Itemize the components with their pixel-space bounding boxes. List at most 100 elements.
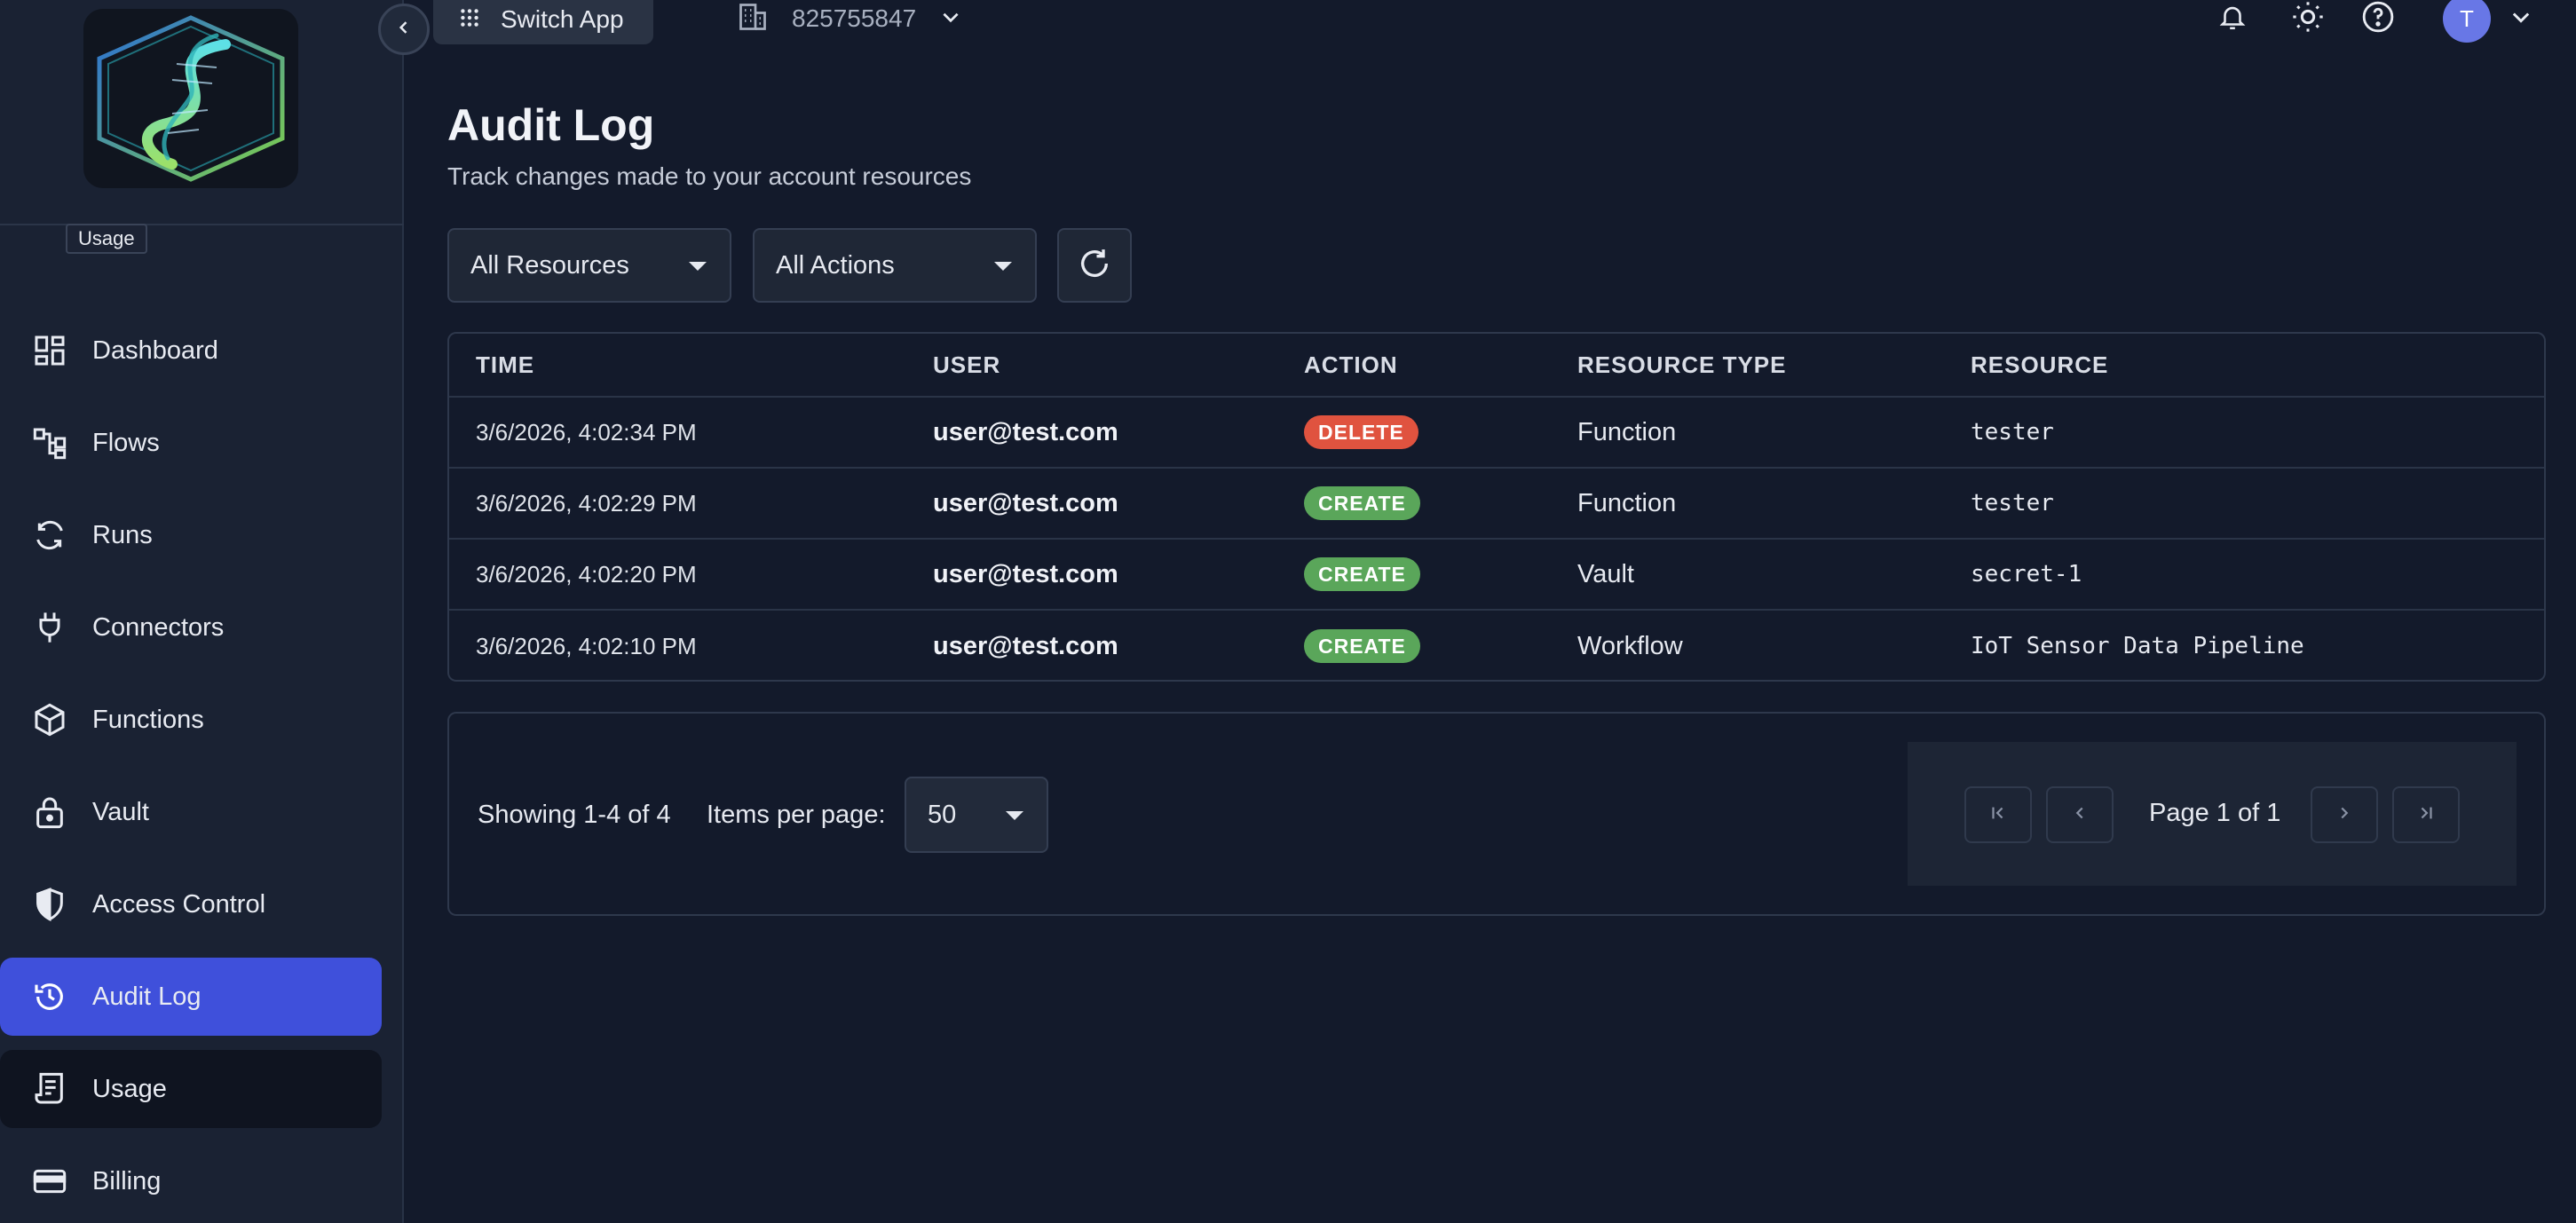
help-button[interactable]: [2361, 0, 2395, 37]
cell-resource: tester: [1971, 419, 2054, 446]
chevron-left-icon: [2070, 803, 2090, 827]
cell-action: CREATE: [1304, 469, 1420, 538]
page-title: Audit Log: [447, 100, 655, 150]
column-header-resource[interactable]: RESOURCE: [1971, 334, 2108, 396]
sidebar-item-label: Billing: [92, 1166, 162, 1195]
sidebar-item-label: Access Control: [92, 889, 266, 919]
previous-page-button[interactable]: [2046, 786, 2114, 843]
chevron-down-icon: [2509, 4, 2533, 34]
sidebar-item-billing[interactable]: Billing: [0, 1142, 382, 1220]
resource-filter-value: All Resources: [470, 250, 629, 280]
usage-tooltip: Usage: [66, 224, 147, 254]
cube-icon: [30, 700, 69, 739]
chevron-left-icon: [395, 19, 413, 41]
next-page-button[interactable]: [2311, 786, 2378, 843]
notifications-button[interactable]: [2217, 0, 2248, 37]
cell-time: 3/6/2026, 4:02:10 PM: [476, 632, 697, 659]
sidebar-item-label: Vault: [92, 797, 149, 826]
user-avatar[interactable]: T: [2443, 0, 2491, 43]
sidebar-item-vault[interactable]: Vault: [0, 773, 382, 851]
last-page-icon: [2416, 803, 2436, 827]
cell-action: CREATE: [1304, 611, 1420, 680]
cell-action: CREATE: [1304, 540, 1420, 609]
column-header-resource-type[interactable]: RESOURCE TYPE: [1577, 334, 1787, 396]
items-per-page-label: Items per page:: [707, 801, 886, 829]
sidebar-item-label: Runs: [92, 520, 153, 549]
credit-card-icon: [30, 1162, 69, 1201]
action-filter-select[interactable]: All Actions: [753, 228, 1037, 303]
sidebar-item-label: Dashboard: [92, 335, 218, 365]
receipt-icon: [30, 1069, 69, 1109]
caret-down-icon: [994, 262, 1012, 271]
table-row[interactable]: 3/6/2026, 4:02:29 PM user@test.com CREAT…: [449, 469, 2544, 540]
first-page-button[interactable]: [1964, 786, 2032, 843]
cell-user: user@test.com: [933, 559, 1118, 588]
sun-icon: [2290, 0, 2326, 39]
chevron-down-icon: [939, 5, 962, 33]
table-row[interactable]: 3/6/2026, 4:02:10 PM user@test.com CREAT…: [449, 611, 2544, 680]
caret-down-icon: [689, 262, 707, 271]
dashboard-icon: [30, 331, 69, 370]
column-header-user[interactable]: USER: [933, 334, 1000, 396]
refresh-button[interactable]: [1057, 228, 1132, 303]
page-indicator: Page 1 of 1: [2149, 799, 2281, 827]
cell-resource-type: Workflow: [1577, 631, 1683, 660]
table-row[interactable]: 3/6/2026, 4:02:20 PM user@test.com CREAT…: [449, 540, 2544, 611]
app-root: Usage Dashboard Flows Runs Connectors Fu…: [0, 0, 2576, 1223]
lock-icon: [30, 793, 69, 832]
runs-icon: [30, 516, 69, 555]
app-logo[interactable]: [83, 9, 298, 188]
sidebar-item-runs[interactable]: Runs: [0, 496, 382, 574]
cell-time: 3/6/2026, 4:02:20 PM: [476, 560, 697, 588]
user-menu-button[interactable]: [2509, 0, 2533, 37]
sidebar-item-connectors[interactable]: Connectors: [0, 588, 382, 667]
building-icon: [737, 1, 769, 37]
cell-resource: tester: [1971, 490, 2054, 517]
plug-icon: [30, 608, 69, 647]
items-per-page-value: 50: [928, 800, 957, 829]
caret-down-icon: [1006, 811, 1023, 820]
shield-icon: [30, 885, 69, 924]
items-per-page-select[interactable]: 50: [905, 777, 1048, 853]
theme-toggle-button[interactable]: [2290, 0, 2326, 37]
sidebar-item-label: Flows: [92, 428, 160, 457]
cell-resource: secret-1: [1971, 561, 2082, 588]
cell-action: DELETE: [1304, 398, 1418, 467]
refresh-icon: [1077, 246, 1112, 286]
sidebar-item-flows[interactable]: Flows: [0, 404, 382, 482]
audit-log-table: TIME USER ACTION RESOURCE TYPE RESOURCE …: [447, 332, 2546, 682]
last-page-button[interactable]: [2392, 786, 2460, 843]
action-filter-value: All Actions: [776, 250, 895, 280]
cell-user: user@test.com: [933, 631, 1118, 660]
bell-icon: [2217, 2, 2248, 36]
cell-resource-type: Function: [1577, 417, 1677, 446]
resource-filter-select[interactable]: All Resources: [447, 228, 731, 303]
sidebar-item-audit-log[interactable]: Audit Log: [0, 958, 382, 1036]
sidebar-item-access-control[interactable]: Access Control: [0, 865, 382, 943]
table-header: TIME USER ACTION RESOURCE TYPE RESOURCE: [449, 334, 2544, 398]
help-icon: [2361, 0, 2395, 38]
sidebar-item-label: Audit Log: [92, 982, 201, 1011]
collapse-sidebar-button[interactable]: [378, 4, 430, 55]
table-row[interactable]: 3/6/2026, 4:02:34 PM user@test.com DELET…: [449, 398, 2544, 469]
sidebar-item-label: Connectors: [92, 612, 225, 642]
organization-selector[interactable]: 825755847: [737, 0, 962, 37]
sidebar-item-functions[interactable]: Functions: [0, 681, 382, 759]
chevron-right-icon: [2335, 803, 2354, 827]
sidebar-item-usage[interactable]: Usage: [0, 1050, 382, 1128]
sidebar-item-label: Functions: [92, 705, 204, 734]
switch-app-button[interactable]: Switch App: [433, 0, 653, 44]
action-badge-create: CREATE: [1304, 557, 1420, 591]
grid-icon: [458, 6, 481, 34]
cell-time: 3/6/2026, 4:02:34 PM: [476, 418, 697, 446]
column-header-action[interactable]: ACTION: [1304, 334, 1398, 396]
flows-icon: [30, 423, 69, 462]
column-header-time[interactable]: TIME: [476, 334, 534, 396]
cell-resource-type: Function: [1577, 488, 1677, 517]
showing-count: Showing 1-4 of 4: [478, 801, 671, 829]
cell-resource: IoT Sensor Data Pipeline: [1971, 633, 2304, 659]
sidebar-item-dashboard[interactable]: Dashboard: [0, 312, 382, 390]
organization-id: 825755847: [792, 4, 917, 32]
history-icon: [30, 977, 69, 1016]
sidebar-item-label: Usage: [92, 1074, 167, 1103]
